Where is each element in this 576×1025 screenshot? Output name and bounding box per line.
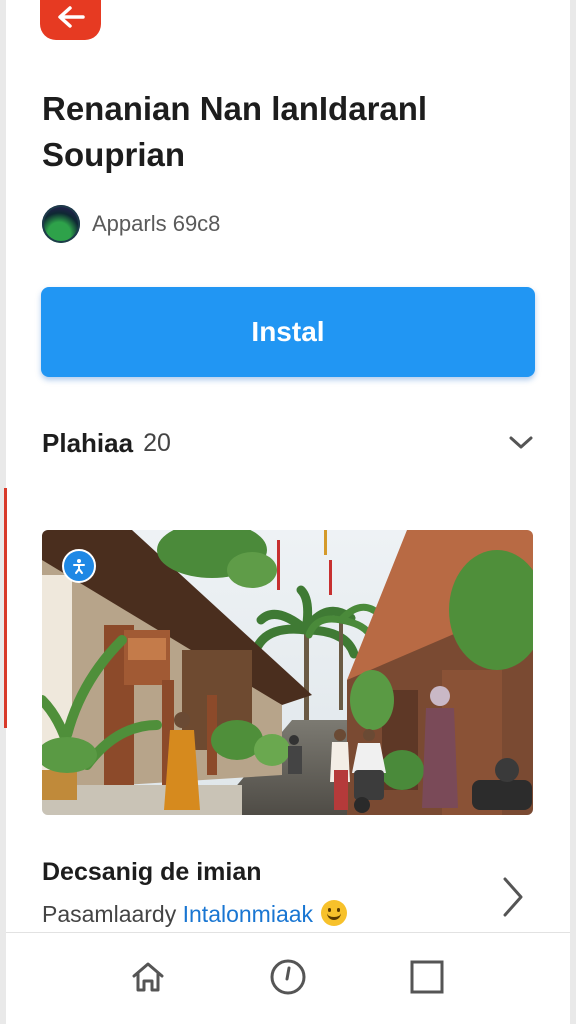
arrow-left-icon [57, 6, 85, 28]
chevron-right-icon[interactable] [500, 876, 526, 918]
home-icon [132, 962, 164, 992]
bottom-navigation [6, 932, 570, 1025]
version-row[interactable]: Plahiaa 20 [42, 420, 534, 466]
nav-overview-button[interactable] [405, 955, 449, 999]
clock-icon [270, 959, 306, 995]
back-button[interactable] [40, 0, 101, 40]
smiley-emoji [321, 900, 348, 926]
description-link[interactable]: Intalonmiaak [183, 901, 313, 927]
chevron-down-icon[interactable] [508, 435, 534, 451]
village-street-photo [42, 530, 533, 815]
title-line-2: Souprian [42, 136, 186, 173]
developer-row[interactable]: Apparls 69c8 [42, 204, 220, 244]
version-label: Plahiaa [42, 427, 134, 458]
screenshot-image[interactable] [42, 530, 533, 815]
developer-logo [42, 205, 80, 243]
description-title: Decsanig de imian [42, 858, 262, 886]
install-button[interactable]: Instal [41, 287, 535, 377]
page-title: Renanian Nan lanIdaranl Souprian [42, 86, 522, 178]
nav-recent-button[interactable] [266, 955, 310, 999]
description-text: Pasamlaardy Intalonmiaak [42, 900, 348, 928]
developer-name: Apparls 69c8 [92, 211, 221, 236]
description-text-main: Pasamlaardy [42, 901, 177, 927]
right-edge [570, 0, 576, 1024]
nav-home-button[interactable] [126, 955, 170, 999]
accessibility-icon[interactable] [62, 549, 96, 583]
version-number: 20 [143, 428, 171, 457]
title-line-1: Renanian Nan lanIdaranl [42, 90, 428, 127]
scroll-accent [4, 488, 7, 728]
square-icon [410, 960, 444, 994]
